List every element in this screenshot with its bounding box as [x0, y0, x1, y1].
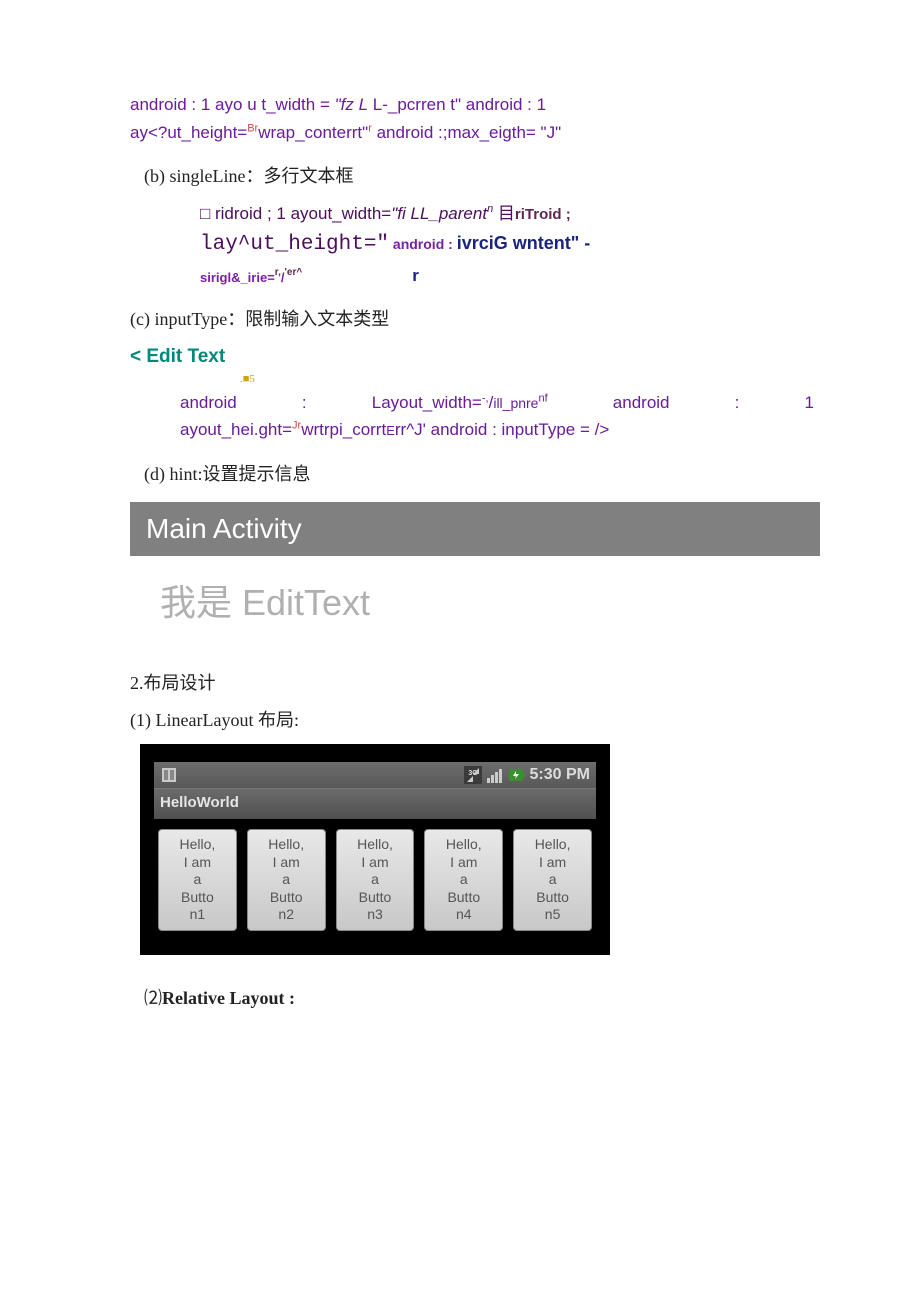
code-text: ay<?ut_height= — [130, 123, 247, 142]
code-line: □ ridroid ; 1 ayout_width="fi LL_parentn… — [200, 200, 820, 227]
network-3g-icon: 3G — [464, 766, 482, 784]
code-line: android : 1 ayo u t_width = "fz L L-_pcr… — [130, 92, 820, 118]
status-bar-right: 3G 5:30 PM — [464, 763, 590, 787]
item-d-label: (d) hint:设置提示信息 — [144, 461, 820, 488]
code-text: L-_pcrren t" — [368, 95, 461, 114]
app-icon — [160, 766, 178, 784]
button-text: a — [427, 871, 500, 889]
button-3[interactable]: Hello, I am a Butto n3 — [336, 829, 415, 931]
button-text: Butto — [250, 889, 323, 907]
button-text: a — [339, 871, 412, 889]
section-2-title: 2.布局设计 — [130, 670, 820, 697]
button-1[interactable]: Hello, I am a Butto n1 — [158, 829, 237, 931]
document-page: android : 1 ayo u t_width = "fz L L-_pcr… — [0, 0, 920, 1302]
code-line: ay<?ut_height=Brwrap_conterrt"r android … — [130, 120, 820, 146]
relative-layout-label: Relative Layout : — [162, 988, 295, 1008]
code-line: ayout_hei.ght=Jrwrtrpi_corrtErr^J' andro… — [180, 417, 814, 443]
button-text: I am — [427, 854, 500, 872]
code-block-b: □ ridroid ; 1 ayout_width="fi LL_parentn… — [200, 200, 820, 290]
button-text: Butto — [161, 889, 234, 907]
code-bold: android : — [389, 236, 457, 252]
code-line: lay^ut_height=" android : ivrciG wntent"… — [200, 229, 820, 261]
code-text: : — [735, 390, 740, 416]
code-text: E — [386, 423, 395, 438]
code-block-c: android : Layout_width=-,/ill_pnrenf and… — [180, 390, 814, 443]
code-text: 目 — [493, 204, 515, 223]
code-text: wrtrpi_corrt — [301, 420, 386, 439]
status-bar-left — [160, 766, 178, 784]
code-text-italic: "fz L — [335, 95, 368, 114]
item-c-label: (c) inputType：限制输入文本类型 — [130, 306, 820, 333]
code-superscript: 'er^ — [285, 267, 303, 278]
button-text: Butto — [427, 889, 500, 907]
code-text: ayout_hei.ght= — [180, 420, 292, 439]
tiny-gold-text: .■5 — [240, 373, 255, 385]
code-text: rr^J' — [395, 420, 426, 439]
code-bold: riTroid ; — [515, 206, 571, 223]
button-text: a — [250, 871, 323, 889]
button-text: I am — [161, 854, 234, 872]
edittext-hint: 我是 EditText — [160, 576, 820, 630]
button-text: a — [516, 871, 589, 889]
code-text: android : inputType = /> — [426, 420, 609, 439]
code-superscript: -, — [482, 392, 489, 404]
code-line: sirigl&_irie=r,/'er^ r — [200, 263, 820, 290]
edit-text-tag: < Edit Text — [130, 343, 820, 372]
button-text: n4 — [427, 906, 500, 924]
button-text: n3 — [339, 906, 412, 924]
button-text: Hello, — [339, 836, 412, 854]
code-text: : — [302, 390, 307, 416]
code-text: wrap_conterrt" — [258, 123, 368, 142]
code-paragraph-1: android : 1 ayo u t_width = "fz L L-_pcr… — [130, 92, 820, 145]
linear-layout-buttons: Hello, I am a Butto n1 Hello, I am a But… — [154, 819, 596, 935]
button-text: Butto — [339, 889, 412, 907]
item-b-label: (b) singleLine：多行文本框 — [144, 163, 820, 190]
code-superscript: Br — [247, 122, 258, 134]
button-text: Hello, — [516, 836, 589, 854]
status-bar: 3G 5:30 PM — [154, 762, 596, 788]
battery-icon — [508, 766, 526, 784]
code-text: android :;max_eigth= "J" — [372, 123, 561, 142]
code-superscript: Jr — [292, 419, 301, 431]
code-text: android : 1 — [461, 95, 546, 114]
code-text: 1 — [805, 390, 814, 416]
code-navy: r — [412, 263, 419, 290]
code-mono: lay^ut_height=" — [200, 233, 389, 256]
status-bar-time: 5:30 PM — [530, 763, 590, 787]
section-2-1-title: (1) LinearLayout 布局: — [130, 707, 820, 734]
code-text: Layout_width= — [372, 393, 482, 412]
code-bold: sirigl&_irie= — [200, 270, 275, 285]
section-2-2-title: ⑵Relative Layout : — [144, 985, 820, 1012]
button-text: n2 — [250, 906, 323, 924]
button-text: a — [161, 871, 234, 889]
button-text: n1 — [161, 906, 234, 924]
button-text: Hello, — [250, 836, 323, 854]
button-text: I am — [250, 854, 323, 872]
code-text: android — [180, 390, 237, 416]
code-text: ill_pnre — [493, 395, 538, 411]
button-text: n5 — [516, 906, 589, 924]
code-text: android — [613, 390, 670, 416]
button-text: I am — [339, 854, 412, 872]
code-navy: ivrciG wntent" - — [457, 233, 591, 253]
button-text: Hello, — [427, 836, 500, 854]
button-text: Hello, — [161, 836, 234, 854]
button-2[interactable]: Hello, I am a Butto n2 — [247, 829, 326, 931]
tiny-marker: .■5 — [240, 371, 820, 388]
code-superscript: nf — [538, 392, 547, 404]
enum-marker: ⑵ — [144, 988, 162, 1008]
activity-title-bar: Main Activity — [130, 502, 820, 556]
button-5[interactable]: Hello, I am a Butto n5 — [513, 829, 592, 931]
code-line: android : Layout_width=-,/ill_pnrenf and… — [180, 390, 814, 416]
code-text: □ ridroid ; 1 ayout_width= — [200, 204, 391, 223]
code-text: android : 1 ayo u t_width = — [130, 95, 335, 114]
button-4[interactable]: Hello, I am a Butto n4 — [424, 829, 503, 931]
button-text: I am — [516, 854, 589, 872]
code-text-italic: "fi LL_parent — [391, 204, 487, 223]
phone-screenshot: 3G 5:30 PM HelloWorld Hello, I am a Butt… — [140, 744, 610, 955]
app-title-bar: HelloWorld — [154, 788, 596, 820]
button-text: Butto — [516, 889, 589, 907]
signal-icon — [486, 766, 504, 784]
